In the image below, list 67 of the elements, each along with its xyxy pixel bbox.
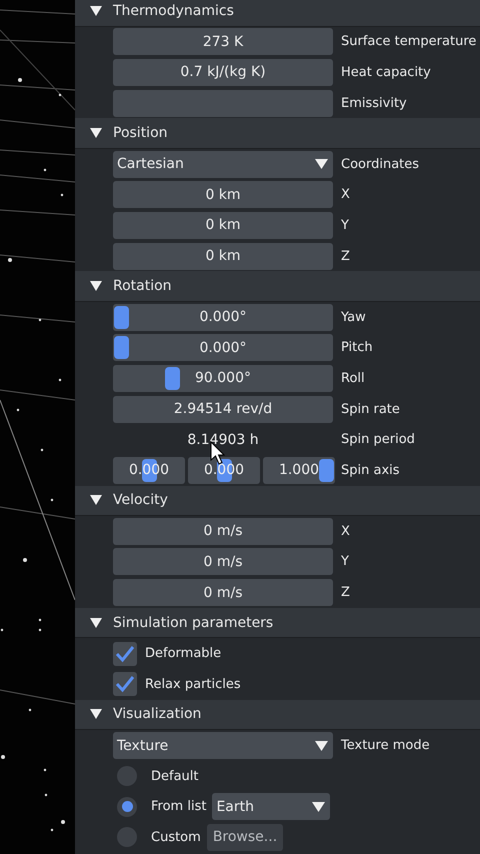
- collapse-arrow-icon[interactable]: [89, 494, 103, 506]
- value-field[interactable]: 0 m/s: [113, 548, 333, 576]
- dropdown-arrow-icon: [311, 800, 326, 813]
- checkmark-icon: [115, 644, 135, 663]
- field-label: Pitch: [341, 340, 373, 356]
- value-field[interactable]: 0.7 kJ/(kg K): [113, 58, 333, 86]
- collapse-arrow-icon[interactable]: [89, 4, 103, 17]
- slider-field[interactable]: 0.000°: [113, 304, 333, 331]
- section-header[interactable]: Simulation parameters: [75, 608, 480, 638]
- dropdown[interactable]: Texture: [113, 732, 333, 760]
- radio-label: From list: [151, 799, 206, 814]
- slider-thumb[interactable]: [114, 336, 129, 360]
- field-label: Texture mode: [341, 738, 430, 754]
- slider-field[interactable]: 90.000°: [113, 364, 333, 392]
- radio-label: Default: [151, 768, 198, 784]
- field-label: Surface temperature: [341, 34, 476, 50]
- value-field[interactable]: 2.94514 rev/d: [113, 396, 333, 423]
- value-field[interactable]: [113, 90, 333, 117]
- field-label: Roll: [341, 370, 365, 386]
- section-header[interactable]: Rotation: [75, 271, 480, 302]
- radio-button[interactable]: [117, 827, 137, 848]
- field-label: Spin period: [341, 432, 415, 448]
- checkbox[interactable]: [113, 672, 137, 696]
- field-label: Z: [341, 248, 350, 264]
- slider-thumb[interactable]: [319, 458, 334, 482]
- section-header[interactable]: Velocity: [75, 486, 480, 516]
- slider-field[interactable]: 1.000: [263, 456, 335, 484]
- section-header[interactable]: Position: [75, 118, 480, 149]
- slider-field[interactable]: 0.000°: [113, 334, 333, 362]
- slider-thumb[interactable]: [114, 306, 129, 329]
- field-label: Spin axis: [341, 462, 400, 478]
- collapse-arrow-icon[interactable]: [89, 280, 103, 292]
- value-field[interactable]: 273 K: [113, 28, 333, 56]
- field-label: Coordinates: [341, 156, 420, 172]
- checkbox[interactable]: [113, 642, 137, 666]
- field-label: Yaw: [341, 310, 366, 325]
- value-text: 8.14903 h: [187, 432, 259, 448]
- collapse-arrow-icon[interactable]: [89, 127, 103, 140]
- value-field[interactable]: 0 m/s: [113, 518, 333, 545]
- collapse-arrow-icon[interactable]: [89, 708, 103, 720]
- field-label: Y: [341, 218, 349, 233]
- dropdown-arrow-icon: [314, 158, 329, 170]
- radio-button[interactable]: [117, 766, 137, 786]
- dropdown-arrow-icon: [314, 740, 329, 752]
- radio-button[interactable]: [117, 796, 137, 817]
- section-header[interactable]: Thermodynamics: [75, 0, 480, 27]
- field-label: X: [341, 524, 350, 539]
- field-label: X: [341, 187, 350, 202]
- value-field[interactable]: 0 km: [113, 212, 333, 239]
- radio-label: Custom: [151, 830, 201, 845]
- field-label: Z: [341, 585, 350, 600]
- dropdown[interactable]: Earth: [212, 793, 330, 820]
- dropdown[interactable]: Cartesian: [113, 150, 333, 178]
- field-label: Heat capacity: [341, 64, 431, 80]
- checkmark-icon: [115, 675, 135, 694]
- field-label: Spin rate: [341, 402, 400, 417]
- section-header[interactable]: Visualization: [75, 700, 480, 730]
- value-field[interactable]: 0 km: [113, 242, 333, 270]
- field-label: Y: [341, 554, 349, 570]
- checkbox-label: Deformable: [145, 646, 222, 662]
- value-field[interactable]: 0 km: [113, 181, 333, 208]
- value-field[interactable]: 0 m/s: [113, 579, 333, 606]
- slider-thumb[interactable]: [164, 366, 180, 390]
- field-label: Emissivity: [341, 96, 407, 111]
- checkbox-label: Relax particles: [145, 676, 241, 692]
- browse-button[interactable]: Browse...: [206, 824, 284, 851]
- collapse-arrow-icon[interactable]: [89, 616, 103, 629]
